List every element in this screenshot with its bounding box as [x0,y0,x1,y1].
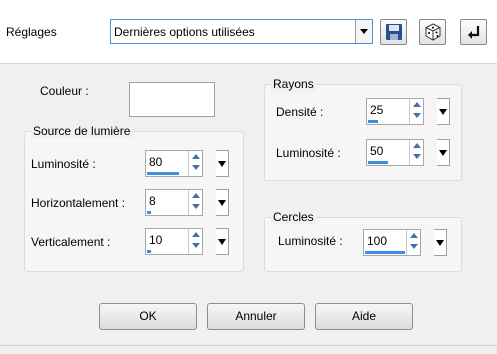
rays-brightness-dropdown[interactable] [437,139,450,166]
light-brightness-value: 80 [149,155,163,169]
rays-brightness-level-bar [368,161,388,164]
save-preset-button[interactable] [380,19,407,45]
save-icon [386,24,402,40]
color-swatch[interactable] [129,82,215,117]
presets-value: Dernières options utilisées [114,25,255,39]
vertical-label: Verticalement : [31,235,111,249]
rays-brightness-label: Luminosité : [276,146,341,160]
density-level-bar [368,120,378,123]
reset-button[interactable] [460,19,487,45]
color-label: Couleur : [40,84,89,98]
density-label: Densité : [276,105,324,119]
density-dropdown[interactable] [437,98,450,125]
horizontal-value: 8 [149,194,156,208]
chevron-down-icon [218,161,226,167]
circles-title: Cercles [271,210,316,224]
rays-brightness-input[interactable]: 50 [366,139,424,166]
horizontal-level-bar [147,211,151,214]
vertical-input[interactable]: 10 [145,228,203,255]
vertical-dropdown[interactable] [216,228,229,255]
rays-group [264,84,462,181]
light-brightness-dropdown[interactable] [216,150,229,177]
spinner-arrows-icon[interactable] [406,230,420,255]
horizontal-input[interactable]: 8 [145,189,203,216]
light-source-title: Source de lumière [31,124,133,138]
circles-brightness-input[interactable]: 100 [363,229,421,256]
circles-brightness-dropdown[interactable] [434,229,447,256]
chevron-down-icon [439,109,447,115]
reset-arrow-icon [468,26,480,39]
vertical-value: 10 [149,233,163,247]
circles-brightness-value: 100 [367,234,388,248]
dice-icon [425,23,441,41]
spinner-arrows-icon[interactable] [409,99,423,124]
rays-brightness-value: 50 [370,144,384,158]
light-brightness-label: Luminosité : [31,157,96,171]
spinner-arrows-icon[interactable] [409,140,423,165]
chevron-down-icon [436,240,444,246]
presets-label: Réglages [6,25,57,39]
horizontal-dropdown[interactable] [216,189,229,216]
density-input[interactable]: 25 [366,98,424,125]
chevron-down-icon [439,150,447,156]
spinner-arrows-icon[interactable] [188,151,202,176]
circles-brightness-level-bar [365,251,405,254]
chevron-down-icon [218,239,226,245]
light-brightness-level-bar [147,172,179,175]
light-brightness-input[interactable]: 80 [145,150,203,177]
chevron-down-icon[interactable] [355,20,372,43]
horizontal-label: Horizontalement : [31,196,126,210]
help-button[interactable]: Aide [315,303,413,330]
circles-brightness-label: Luminosité : [278,234,343,248]
randomize-button[interactable] [419,19,446,45]
density-value: 25 [370,103,384,117]
chevron-down-icon [218,200,226,206]
ok-button[interactable]: OK [99,303,197,330]
presets-dropdown[interactable]: Dernières options utilisées [110,19,373,44]
window-bottom-edge [0,345,497,354]
rays-title: Rayons [271,77,316,91]
spinner-arrows-icon[interactable] [188,229,202,254]
spinner-arrows-icon[interactable] [188,190,202,215]
vertical-level-bar [147,250,151,253]
cancel-button[interactable]: Annuler [207,303,305,330]
